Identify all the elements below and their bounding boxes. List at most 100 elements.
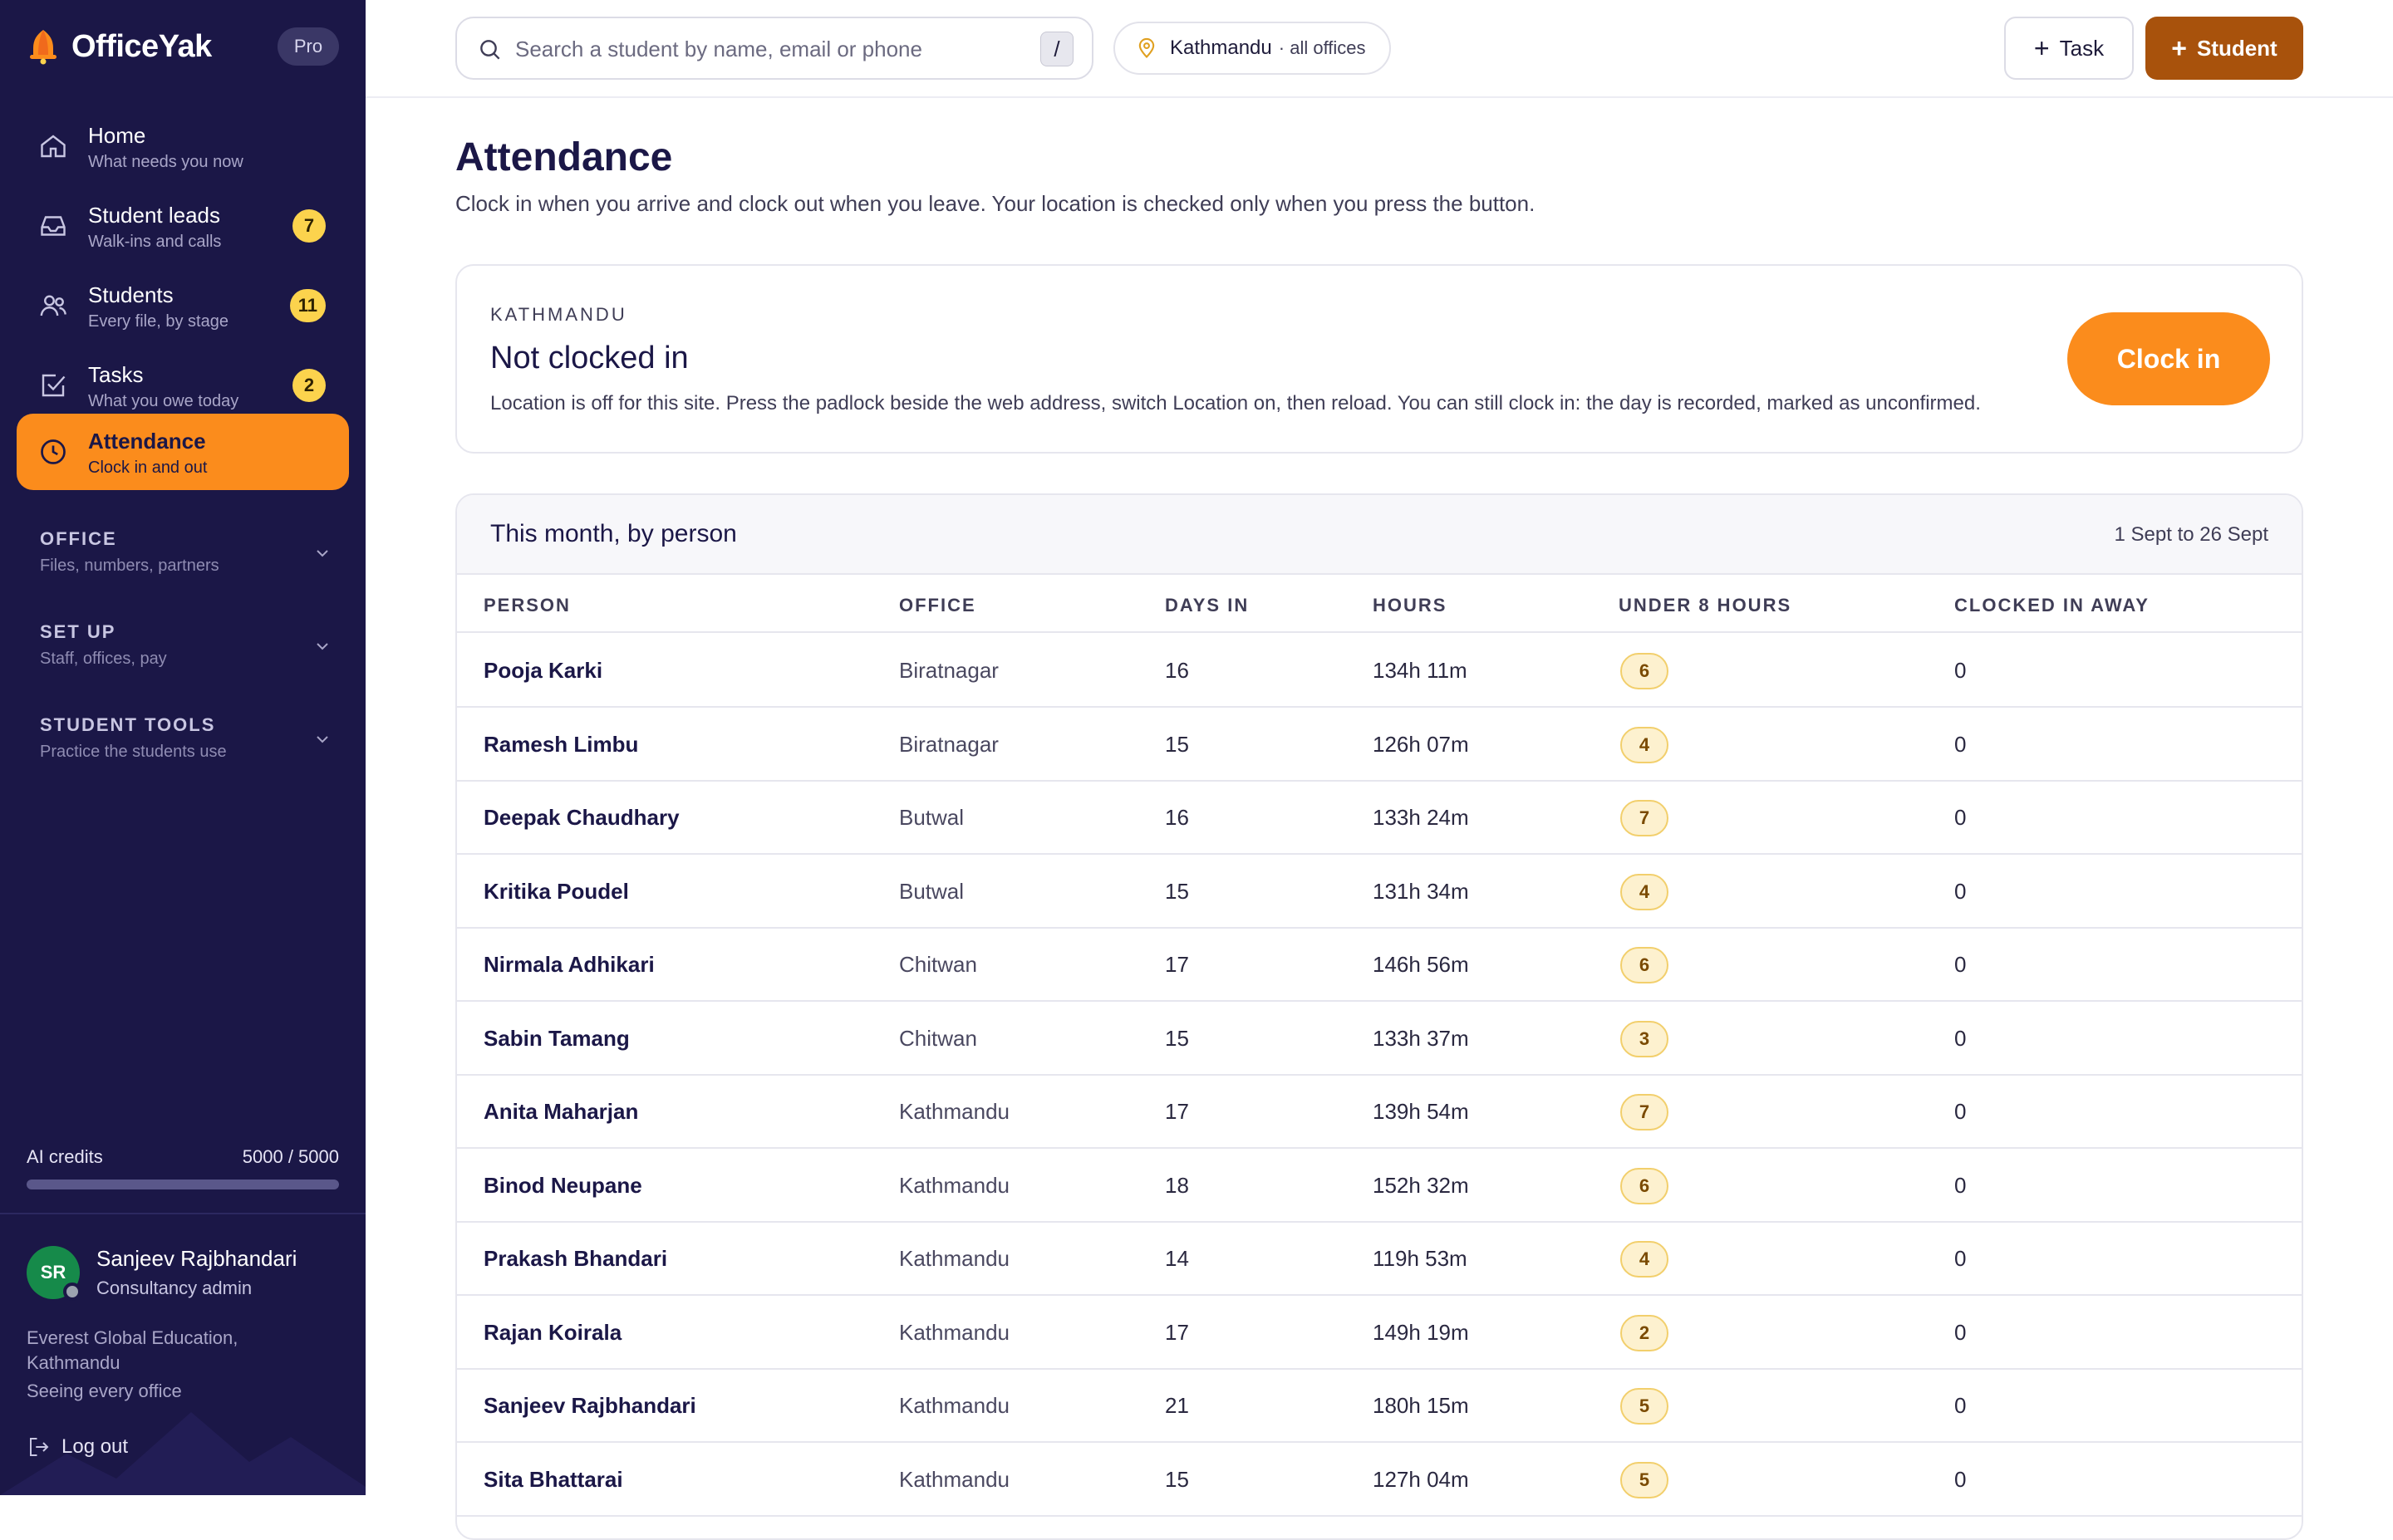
checkbox-icon (42, 374, 66, 397)
clocked-in-away-cell: 0 (1954, 1099, 1967, 1124)
table-row[interactable]: Pooja Karki Biratnagar 16 134h 11m 6 0 (457, 635, 2302, 708)
sidebar-item-title: Tasks (88, 362, 144, 387)
current-office: KATHMANDU (490, 304, 627, 325)
under-8-hours-cell: 3 (1620, 1020, 1668, 1057)
under-8-hours-cell: 7 (1620, 1094, 1668, 1130)
office-cell: Kathmandu (899, 1319, 1010, 1345)
table-row[interactable]: Ramesh Limbu Biratnagar 15 126h 07m 4 0 (457, 709, 2302, 782)
days-in-cell: 17 (1165, 952, 1189, 977)
clocked-in-away-cell: 0 (1954, 1393, 1967, 1418)
page-subtitle: Clock in when you arrive and clock out w… (455, 191, 1536, 216)
column-header-clocked-in-away[interactable]: CLOCKED IN AWAY (1954, 595, 2150, 616)
inbox-icon (41, 216, 66, 236)
person-cell: Binod Neupane (484, 1172, 642, 1198)
count-badge: 7 (292, 209, 326, 243)
sidebar-item-subtitle: Walk-ins and calls (88, 233, 222, 251)
count-badge: 11 (289, 289, 326, 322)
sidebar-item-subtitle: What you owe today (88, 392, 239, 410)
table-row[interactable]: Sita Bhattarai Kathmandu 15 127h 04m 5 0 (457, 1444, 2302, 1517)
logout-icon (30, 1438, 49, 1456)
under-8-hours-cell: 4 (1620, 1241, 1668, 1278)
table-row[interactable]: Nirmala Adhikari Chitwan 17 146h 56m 6 0 (457, 929, 2302, 1002)
users-icon (40, 295, 66, 316)
sidebar-item-home[interactable]: Home What needs you now (17, 108, 349, 184)
column-header-days-in[interactable]: DAYS IN (1165, 595, 1249, 616)
days-in-cell: 15 (1165, 731, 1189, 757)
under-8-hours-cell: 5 (1620, 1388, 1668, 1425)
add-task-label: Task (2059, 35, 2105, 61)
sidebar-section-office[interactable]: OFFICE Files, numbers, partners (40, 528, 332, 586)
add-task-button[interactable]: + Task (2004, 17, 2134, 80)
person-cell: Rajan Koirala (484, 1319, 622, 1345)
section-title: SET UP (40, 621, 116, 642)
office-cell: Chitwan (899, 952, 977, 977)
organization-name: Everest Global Education, Kathmandu (27, 1327, 238, 1373)
sidebar-item-students[interactable]: Students Every file, by stage 11 (17, 267, 349, 344)
office-cell: Butwal (899, 878, 965, 904)
clocked-in-away-cell: 0 (1954, 805, 1967, 830)
office-cell: Chitwan (899, 1025, 977, 1051)
table-row[interactable]: Sanjeev Rajbhandari Kathmandu 21 180h 15m 5 0 (457, 1370, 2302, 1443)
sidebar-item-tasks[interactable]: Tasks What you owe today 2 (17, 347, 349, 424)
table-row[interactable]: Deepak Chaudhary Butwal 16 133h 24m 7 0 (457, 782, 2302, 855)
days-in-cell: 18 (1165, 1172, 1189, 1198)
ai-credits-value: 5000 / 5000 (242, 1146, 339, 1167)
table-row[interactable]: Anita Maharjan Kathmandu 17 139h 54m 7 0 (457, 1076, 2302, 1149)
table-row[interactable]: Binod Neupane Kathmandu 18 152h 32m 6 0 (457, 1150, 2302, 1223)
clock-status-card: KATHMANDU Not clocked in Location is off… (455, 264, 2303, 454)
clock-in-button[interactable]: Clock in (2067, 312, 2270, 405)
sidebar-item-subtitle: Clock in and out (88, 459, 208, 477)
person-cell: Ramesh Limbu (484, 731, 639, 757)
sidebar-section-set-up[interactable]: SET UP Staff, offices, pay (40, 621, 332, 679)
hours-cell: 139h 54m (1373, 1099, 1469, 1124)
search-input[interactable] (515, 30, 997, 68)
days-in-cell: 16 (1165, 805, 1189, 830)
person-cell: Sita Bhattarai (484, 1466, 623, 1492)
column-header-person[interactable]: PERSON (484, 595, 571, 616)
sidebar: OfficeYak Pro Home What needs you now St… (0, 0, 366, 1495)
sidebar-section-student-tools[interactable]: STUDENT TOOLS Practice the students use (40, 714, 332, 772)
ai-credits-bar (27, 1180, 339, 1189)
user-name: Sanjeev Rajbhandari (96, 1246, 297, 1271)
brand[interactable]: OfficeYak (27, 25, 212, 68)
office-selector[interactable]: Kathmandu · all offices (1113, 22, 1391, 75)
plus-icon: + (2171, 33, 2187, 63)
hours-cell: 126h 07m (1373, 731, 1469, 757)
home-icon (41, 135, 66, 158)
clocked-in-away-cell: 0 (1954, 731, 1967, 757)
clocked-in-away-cell: 0 (1954, 1172, 1967, 1198)
table-column-headers: PERSON OFFICE DAYS IN HOURS UNDER 8 HOUR… (457, 575, 2302, 633)
office-cell: Butwal (899, 805, 965, 830)
table-row[interactable]: Rajan Koirala Kathmandu 17 149h 19m 2 0 (457, 1297, 2302, 1370)
column-header-office[interactable]: OFFICE (899, 595, 976, 616)
clocked-in-away-cell: 0 (1954, 1025, 1967, 1051)
search-box[interactable]: / (455, 17, 1093, 80)
person-cell: Prakash Bhandari (484, 1246, 668, 1271)
sidebar-item-student-leads[interactable]: Student leads Walk-ins and calls 7 (17, 188, 349, 264)
table-row[interactable]: Sabin Tamang Chitwan 15 133h 37m 3 0 (457, 1003, 2302, 1076)
days-in-cell: 14 (1165, 1246, 1189, 1271)
logout-button[interactable]: Log out (27, 1432, 128, 1462)
days-in-cell: 17 (1165, 1099, 1189, 1124)
office-selector-city: Kathmandu (1170, 37, 1272, 59)
office-cell: Biratnagar (899, 658, 999, 683)
hours-cell: 133h 37m (1373, 1025, 1469, 1051)
sidebar-item-title: Student leads (88, 203, 221, 228)
under-8-hours-cell: 6 (1620, 653, 1668, 689)
table-row[interactable]: Kritika Poudel Butwal 15 131h 34m 4 0 (457, 856, 2302, 929)
table-header-bar: This month, by person 1 Sept to 26 Sept (457, 495, 2302, 575)
sidebar-item-subtitle: What needs you now (88, 153, 243, 171)
person-cell: Sabin Tamang (484, 1025, 630, 1051)
hours-cell: 180h 15m (1373, 1393, 1469, 1418)
table-row[interactable]: Prakash Bhandari Kathmandu 14 119h 53m 4 0 (457, 1223, 2302, 1296)
clocked-in-away-cell: 0 (1954, 878, 1967, 904)
attendance-table-card: This month, by person 1 Sept to 26 Sept … (455, 493, 2303, 1540)
add-student-button[interactable]: + Student (2145, 17, 2303, 80)
column-header-under-8-hours[interactable]: UNDER 8 HOURS (1619, 595, 1791, 616)
office-selector-scope: · all offices (1278, 37, 1366, 58)
column-header-hours[interactable]: HOURS (1373, 595, 1447, 616)
chevron-down-icon (317, 550, 328, 557)
days-in-cell: 21 (1165, 1393, 1189, 1418)
hours-cell: 149h 19m (1373, 1319, 1469, 1345)
sidebar-item-attendance[interactable]: Attendance Clock in and out (17, 414, 349, 490)
